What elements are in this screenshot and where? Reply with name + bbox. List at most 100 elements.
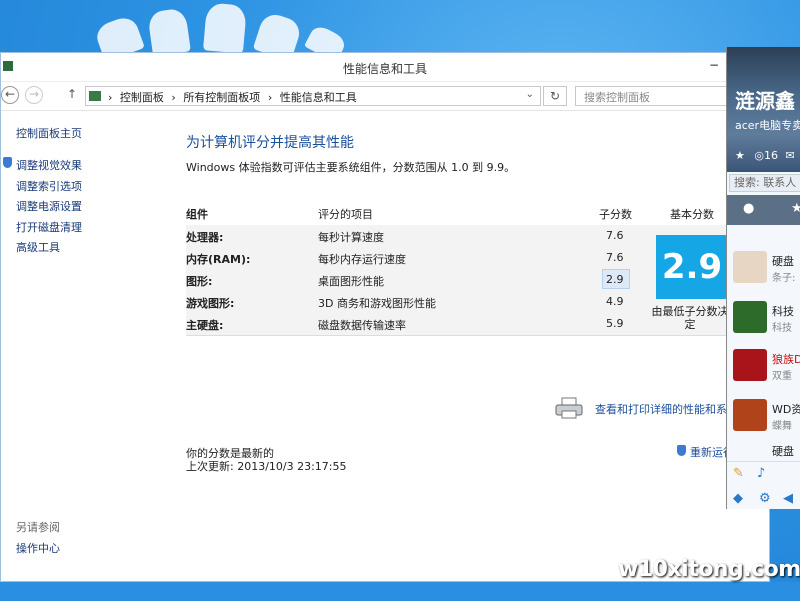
list-item[interactable]: 硬盘 条子:	[727, 247, 800, 287]
contact-message: 科技	[772, 323, 792, 334]
table-row: 处理器: 每秒计算速度 7.6	[186, 225, 624, 247]
table-header: 组件 评分的项目 子分数 基本分数	[186, 201, 726, 226]
row-rated: 磁盘数据传输速率	[318, 319, 406, 332]
star-icon[interactable]: ★	[735, 149, 745, 162]
contact-message: 双重	[772, 371, 792, 382]
sidebar-home-link[interactable]: 控制面板主页	[16, 125, 82, 141]
list-item[interactable]: 硬盘	[727, 443, 800, 458]
column-header-component: 组件	[186, 208, 208, 221]
wallpaper-petal	[147, 7, 191, 57]
row-rated: 3D 商务和游戏图形性能	[318, 297, 436, 310]
row-component: 内存(RAM):	[186, 253, 251, 266]
row-component: 游戏图形:	[186, 297, 235, 310]
taskbar-strip	[0, 582, 800, 601]
page-title: 为计算机评分并提高其性能	[186, 135, 354, 151]
minimize-button[interactable]: −	[705, 57, 723, 75]
contact-name: 狼族D	[772, 353, 800, 366]
contact-name: 硬盘	[772, 255, 794, 268]
contact-name: 科技	[772, 305, 794, 318]
row-component: 图形:	[186, 275, 213, 288]
page-description: Windows 体验指数可评估主要系统组件，分数范围从 1.0 到 9.9。	[186, 161, 516, 174]
pencil-icon[interactable]: ✎	[733, 466, 744, 481]
list-item[interactable]: WD资 蝶舞	[727, 395, 800, 435]
gear-icon[interactable]: ⚙	[759, 491, 771, 506]
control-panel-icon	[89, 91, 101, 101]
contact-message: 蝶舞	[772, 421, 792, 432]
printer-icon	[555, 397, 583, 419]
row-subscore: 4.9	[606, 295, 624, 308]
qq-logo-icon[interactable]: ◆	[733, 491, 743, 506]
row-subscore: 2.9	[606, 273, 624, 286]
wallpaper-petal	[202, 2, 248, 54]
avatar	[733, 399, 767, 431]
address-dropdown-icon[interactable]: ⌄	[526, 89, 534, 100]
navigation-bar: ← → ↑ › 控制面板 › 所有控制面板项 › 性能信息和工具 ⌄ ↻ 搜索控…	[1, 82, 769, 111]
qq-count: 16	[763, 149, 778, 162]
sidebar-item-disk-cleanup[interactable]: 打开磁盘清理	[16, 219, 82, 235]
breadcrumb-item[interactable]: 控制面板	[120, 91, 164, 104]
sidebar-item-indexing[interactable]: 调整索引选项	[16, 178, 82, 194]
forward-button[interactable]: →	[25, 86, 43, 104]
refresh-button[interactable]: ↻	[543, 86, 567, 106]
sidebar-item-power[interactable]: 调整电源设置	[16, 198, 82, 214]
list-item[interactable]: 狼族D 双重	[727, 345, 800, 385]
list-item[interactable]: 科技 科技	[727, 297, 800, 337]
print-details-link[interactable]: 查看和打印详细的性能和系统	[595, 401, 738, 417]
breadcrumb-item[interactable]: 所有控制面板项	[183, 91, 260, 104]
speaker-icon[interactable]: ◀	[783, 491, 793, 506]
qq-profile-header: 涟源鑫 acer电脑专卖 ★ ◎16 ✉	[727, 47, 800, 172]
contact-name: WD资	[772, 403, 800, 416]
qq-status-icons: ★ ◎16 ✉	[735, 149, 795, 162]
shield-icon	[3, 157, 12, 168]
table-row: 主硬盘: 磁盘数据传输速率 5.9	[186, 313, 624, 335]
qq-toolbar: ✎ ♪	[727, 461, 800, 488]
shield-icon	[677, 445, 686, 456]
sidebar-item-advanced-tools[interactable]: 高级工具	[16, 239, 60, 255]
qq-nickname[interactable]: 涟源鑫	[735, 85, 795, 114]
table-body: 处理器: 每秒计算速度 7.6 内存(RAM): 每秒内存运行速度 7.6 图形…	[186, 225, 726, 336]
breadcrumb-item[interactable]: 性能信息和工具	[280, 91, 357, 104]
contact-message: 条子:	[772, 273, 796, 284]
last-update: 上次更新: 2013/10/3 23:17:55	[186, 460, 347, 473]
breadcrumb: › 控制面板 › 所有控制面板项 › 性能信息和工具	[108, 89, 361, 105]
back-button[interactable]: ←	[1, 86, 19, 104]
breadcrumb-sep-icon: ›	[171, 91, 176, 104]
qq-tabs: ● ★	[727, 195, 800, 225]
row-rated: 每秒计算速度	[318, 231, 384, 244]
row-subscore: 7.6	[606, 251, 624, 264]
qq-panel: 涟源鑫 acer电脑专卖 ★ ◎16 ✉ 搜索: 联系人 ● ★ 硬盘 条子: …	[726, 47, 800, 509]
avatar	[733, 301, 767, 333]
row-component: 处理器:	[186, 231, 224, 244]
search-input[interactable]: 搜索控制面板	[575, 86, 735, 106]
qq-search-input[interactable]: 搜索: 联系人	[729, 174, 800, 192]
breadcrumb-sep-icon: ›	[267, 91, 273, 104]
up-button[interactable]: ↑	[67, 87, 77, 101]
window-title: 性能信息和工具	[342, 62, 427, 76]
column-header-basescore: 基本分数	[670, 208, 714, 221]
avatar	[733, 349, 767, 381]
watermark: w10xitong.com	[618, 557, 800, 582]
favorites-tab-icon[interactable]: ★	[791, 201, 800, 216]
sidebar-item-visual-effects[interactable]: 调整视觉效果	[16, 157, 82, 173]
contacts-tab-icon[interactable]: ●	[743, 201, 754, 216]
mail-icon[interactable]: ✉	[785, 149, 794, 162]
table-row: 内存(RAM): 每秒内存运行速度 7.6	[186, 247, 624, 269]
column-header-subscore: 子分数	[599, 208, 632, 221]
column-header-rated: 评分的项目	[318, 208, 373, 221]
row-rated: 桌面图形性能	[318, 275, 384, 288]
title-bar: 性能信息和工具 −	[1, 53, 769, 82]
qq-bottom-toolbar: ◆ ⚙ ◀	[727, 487, 800, 509]
control-panel-window: 性能信息和工具 − ← → ↑ › 控制面板 › 所有控制面板项 › 性能信息和…	[0, 52, 770, 582]
sidebar-item-action-center[interactable]: 操作中心	[16, 540, 60, 556]
mic-icon[interactable]: ♪	[757, 466, 765, 481]
qq-signature[interactable]: acer电脑专卖	[735, 117, 800, 133]
avatar	[733, 251, 767, 283]
contact-name: 硬盘	[772, 445, 794, 458]
address-bar[interactable]: › 控制面板 › 所有控制面板项 › 性能信息和工具 ⌄	[85, 86, 541, 106]
breadcrumb-sep-icon: ›	[108, 91, 113, 104]
table-row: 游戏图形: 3D 商务和游戏图形性能 4.9	[186, 291, 624, 313]
row-subscore: 5.9	[606, 317, 624, 330]
base-score-tile: 2.9	[656, 235, 728, 299]
qzone-icon[interactable]: ◎	[754, 149, 764, 162]
base-score-caption: 由最低子分数决定	[651, 305, 729, 331]
